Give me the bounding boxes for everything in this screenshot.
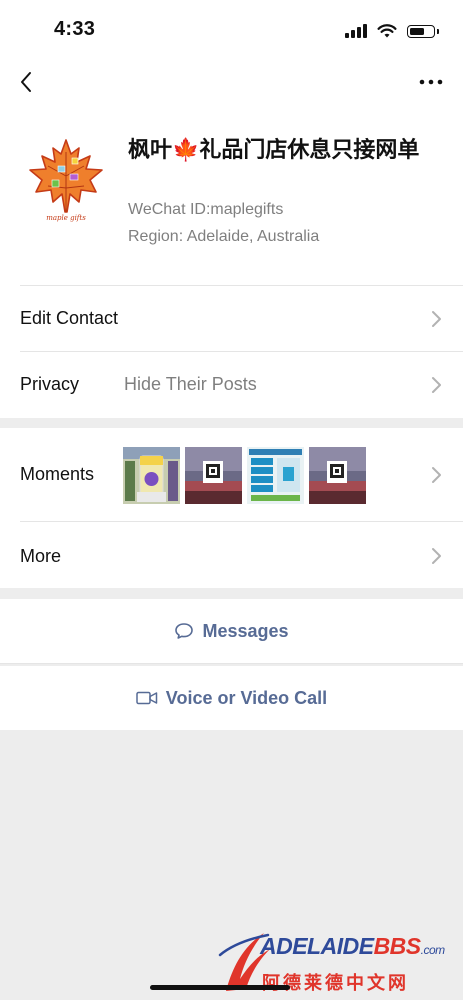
chevron-right-icon <box>432 467 441 483</box>
moments-thumbnails <box>123 447 366 504</box>
watermark-brand: ADELAIDEBBS.com <box>260 933 445 960</box>
region: Region: Adelaide, Australia <box>128 228 320 245</box>
back-button[interactable] <box>12 66 44 98</box>
watermark-brand-suffix: .com <box>420 943 446 957</box>
watermark-chinese: 阿德莱德中文网 <box>262 973 409 993</box>
edit-contact-row[interactable]: Edit Contact <box>0 286 463 352</box>
more-label: More <box>20 546 62 566</box>
battery-level <box>410 27 425 35</box>
avatar-text: maple gifts <box>46 214 86 222</box>
privacy-value: Hide Their Posts <box>124 374 257 394</box>
contact-name: 枫叶🍁礼品门店休息只接网单 <box>128 137 420 162</box>
more-options-button[interactable] <box>415 66 447 98</box>
moment-thumbnail[interactable] <box>309 447 366 504</box>
voice-video-call-button[interactable]: Voice or Video Call <box>0 666 463 730</box>
profile-header: maple gifts 枫叶🍁礼品门店休息只接网单 WeChat ID:mapl… <box>0 104 463 286</box>
status-time: 4:33 <box>54 18 96 40</box>
messages-button[interactable]: Messages <box>0 599 463 663</box>
edit-contact-label: Edit Contact <box>20 308 119 328</box>
chat-bubble-icon <box>175 623 194 639</box>
privacy-row[interactable]: Privacy Hide Their Posts <box>0 352 463 418</box>
moments-row[interactable]: Moments <box>0 428 463 522</box>
moment-thumbnail[interactable] <box>123 447 180 504</box>
status-bar: 4:33 <box>0 0 463 60</box>
chevron-left-icon <box>21 72 31 92</box>
avatar[interactable]: maple gifts <box>26 136 106 222</box>
moment-thumbnail[interactable] <box>185 447 242 504</box>
moments-label: Moments <box>20 464 95 484</box>
more-row[interactable]: More <box>0 522 463 588</box>
moment-thumbnail[interactable] <box>247 447 304 504</box>
divider <box>0 663 463 664</box>
voice-video-call-label: Voice or Video Call <box>165 687 328 708</box>
battery-icon <box>407 24 439 38</box>
wifi-icon <box>377 23 397 37</box>
watermark-brand-part2: BBS <box>373 933 422 959</box>
video-camera-icon <box>136 691 158 705</box>
chevron-right-icon <box>432 548 441 564</box>
privacy-label: Privacy <box>20 374 80 394</box>
maple-leaf-logo: maple gifts <box>29 139 103 222</box>
chevron-right-icon <box>432 311 441 327</box>
messages-label: Messages <box>202 620 289 641</box>
cellular-signal-icon <box>345 24 367 38</box>
status-icons <box>345 22 439 40</box>
chevron-right-icon <box>432 377 441 393</box>
nav-bar <box>0 60 463 104</box>
home-indicator[interactable] <box>150 985 290 990</box>
wechat-id: WeChat ID:maplegifts <box>128 201 284 218</box>
ellipsis-icon <box>419 79 443 85</box>
watermark-brand-part1: ADELAIDE <box>260 933 374 959</box>
